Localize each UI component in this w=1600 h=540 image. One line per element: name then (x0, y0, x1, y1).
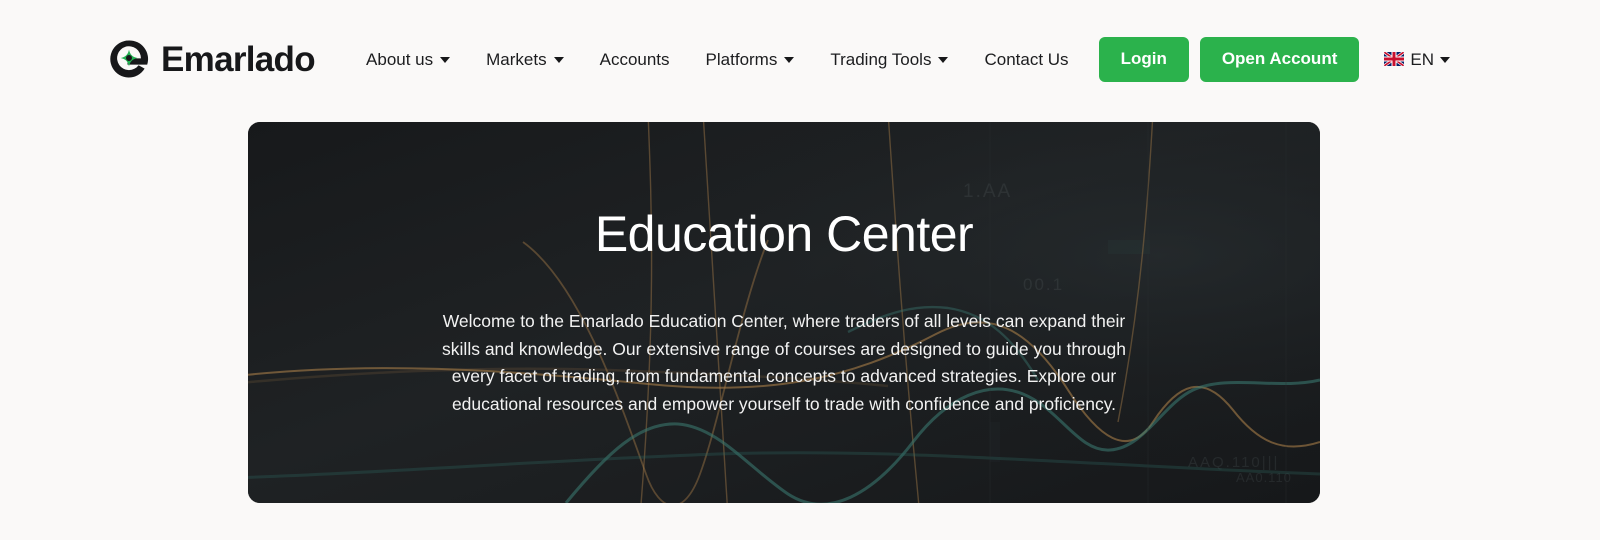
nav-item-platforms[interactable]: Platforms (688, 51, 813, 68)
main-navigation: About us Markets Accounts Platforms Trad… (315, 36, 1450, 82)
uk-flag-icon (1384, 52, 1405, 66)
language-selector[interactable]: EN (1384, 51, 1450, 68)
nav-item-label: Trading Tools (830, 49, 932, 69)
open-account-button[interactable]: Open Account (1199, 36, 1360, 82)
brand-logo[interactable]: Emarlado (107, 37, 316, 81)
nav-item-contact-us[interactable]: Contact Us (966, 51, 1086, 68)
nav-item-label: About us (366, 49, 434, 69)
emarlado-logo-icon (110, 40, 149, 78)
brand-name: Emarlado (161, 39, 316, 79)
nav-item-label: Accounts (599, 49, 670, 69)
site-header: Emarlado About us Markets Accounts Platf… (0, 0, 1600, 118)
nav-item-label: Platforms (705, 49, 778, 69)
hero-banner: 1.AA 00.1 00.100 AAQ.110 AAQ.110||| AA0.… (248, 122, 1320, 503)
chevron-down-icon (1440, 57, 1450, 63)
chevron-down-icon (553, 57, 564, 63)
language-label: EN (1410, 49, 1434, 69)
chevron-down-icon (440, 57, 451, 63)
page-title: Education Center (594, 206, 974, 262)
logo-star-center (126, 55, 132, 61)
nav-item-markets[interactable]: Markets (468, 51, 581, 68)
nav-item-label: Contact Us (984, 49, 1069, 69)
nav-item-label: Markets (486, 49, 547, 69)
chevron-down-icon (938, 57, 949, 63)
nav-item-trading-tools[interactable]: Trading Tools (812, 51, 966, 68)
nav-item-about-us[interactable]: About us (348, 51, 468, 68)
nav-item-accounts[interactable]: Accounts (582, 51, 688, 68)
chevron-down-icon (784, 57, 795, 63)
hero-content: Education Center Welcome to the Emarlado… (248, 122, 1320, 503)
login-button[interactable]: Login (1098, 36, 1189, 82)
hero-description: Welcome to the Emarlado Education Center… (442, 311, 1126, 414)
